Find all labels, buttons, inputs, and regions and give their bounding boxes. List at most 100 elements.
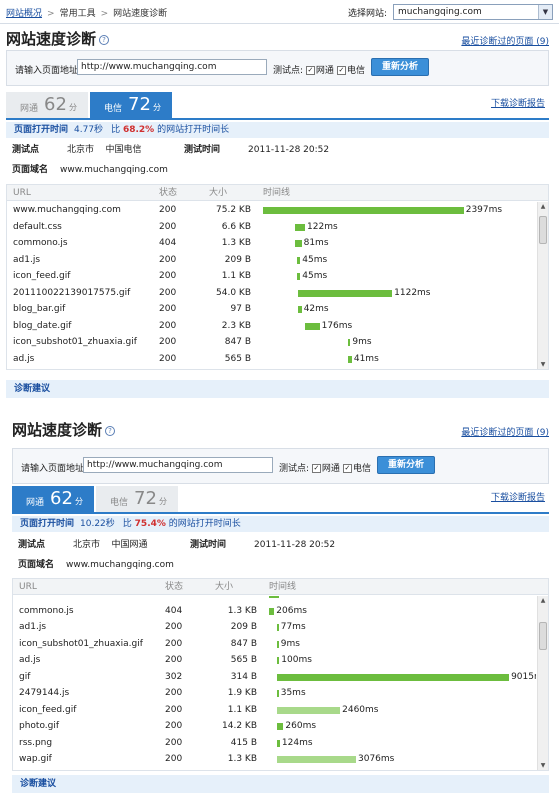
table-scrollbar[interactable]: ▲ ▼ (537, 596, 548, 770)
scroll-down-icon[interactable]: ▼ (538, 360, 548, 369)
column-header[interactable]: 大小 (209, 185, 227, 201)
timeline-duration: 42ms (303, 304, 329, 314)
compare-prefix: 比 (111, 125, 121, 135)
table-row[interactable]: 2479144.js 200 1.9 KB 35ms (13, 685, 536, 702)
row-status: 200 (165, 638, 183, 649)
resource-table: URL状态大小时间线default.css2006.6 KB376mscommo… (12, 578, 549, 771)
tab-telecom[interactable]: 电信 72 分 (90, 92, 172, 118)
tab-score: 62 (50, 488, 73, 509)
timeline-bar (276, 723, 284, 730)
reanalyze-button[interactable]: 重新分析 (377, 456, 435, 474)
help-icon[interactable]: ? (105, 425, 116, 436)
site-select[interactable]: muchangqing.com ▼ (393, 4, 553, 20)
scroll-down-icon[interactable]: ▼ (538, 761, 548, 770)
column-header[interactable]: URL (19, 579, 37, 595)
table-row[interactable]: 201110022139017575.gif 200 54.0 KB 1122ms (7, 285, 536, 302)
table-row[interactable]: blog_date.gif 200 2.3 KB 176ms (7, 318, 536, 335)
site-selector-label: 选择网站: (347, 8, 387, 19)
table-row[interactable]: icon_subshot01_zhuaxia.gif 200 847 B 9ms (7, 334, 536, 351)
timeline-bar (276, 673, 510, 681)
column-header[interactable]: 时间线 (263, 185, 290, 201)
download-report-link[interactable]: 下载诊断报告 (491, 490, 545, 503)
page-domain-value: www.muchangqing.com (66, 560, 174, 570)
table-scrollbar[interactable]: ▲ ▼ (537, 202, 548, 369)
row-size: 565 B (230, 655, 257, 665)
tab-score-unit: 分 (153, 103, 161, 112)
download-report-link[interactable]: 下载诊断报告 (491, 96, 545, 109)
url-input-value: http://www.muchangqing.com (87, 460, 223, 470)
row-size: 75.2 KB (216, 205, 251, 215)
table-row[interactable]: default.css 200 6.6 KB 122ms (7, 219, 536, 236)
row-url: wap.gif (19, 754, 52, 764)
load-time-summary: 页面打开时间 10.22秒比 75.4% 的网站打开时间长 (12, 516, 549, 532)
timeline-bar (276, 624, 279, 631)
row-status: 200 (159, 353, 177, 364)
reanalyze-button[interactable]: 重新分析 (371, 58, 429, 76)
timeline-duration: 9ms (352, 337, 372, 347)
column-header[interactable]: URL (13, 185, 31, 201)
help-icon[interactable]: ? (99, 34, 110, 45)
url-input-bar: 请输入页面地址: http://www.muchangqing.com 测试点: ✓… (12, 448, 549, 484)
chevron-down-icon[interactable]: ▼ (538, 5, 552, 19)
table-row[interactable]: commono.js 404 1.3 KB 206ms (13, 603, 536, 620)
url-input[interactable]: http://www.muchangqing.com (77, 59, 267, 75)
table-row[interactable]: commono.js 404 1.3 KB 81ms (7, 235, 536, 252)
row-size: 209 B (224, 254, 251, 265)
test-point-info-label: 测试点 (18, 540, 46, 550)
recent-pages-link[interactable]: 最近诊断过的页面 (9) (461, 425, 549, 438)
breadcrumb-common-tools[interactable]: 常用工具 (60, 9, 96, 19)
scroll-up-icon[interactable]: ▲ (538, 202, 548, 212)
table-row[interactable]: wap.gif 200 1.3 KB 3076ms (13, 751, 536, 768)
row-url: blog_date.gif (13, 320, 72, 331)
url-input-bar: 请输入页面地址: http://www.muchangqing.com 测试点: ✓… (6, 50, 549, 86)
netcom-checkbox[interactable]: ✓ (311, 464, 321, 473)
row-status: 404 (159, 238, 177, 248)
diagnosis-advice-header[interactable]: 诊断建议 (12, 775, 549, 793)
telecom-checkbox-label: 电信 (346, 66, 365, 76)
row-status: 200 (159, 320, 177, 331)
table-row[interactable]: ad.js 200 565 B 41ms (7, 351, 536, 368)
table-row[interactable]: www.muchangqing.com 200 75.2 KB 2397ms (7, 202, 536, 219)
diagnosis-advice-header[interactable]: 诊断建议 (6, 380, 549, 398)
timeline-bar (276, 706, 341, 714)
breadcrumb-site-overview[interactable]: 网站概况 (6, 9, 42, 19)
table-row[interactable]: icon_feed.gif 200 1.1 KB 45ms (7, 268, 536, 285)
table-row[interactable]: ad.js 200 565 B 100ms (13, 652, 536, 669)
column-header[interactable]: 状态 (159, 185, 177, 201)
row-status: 302 (165, 671, 183, 682)
table-row[interactable]: blog_bar.gif 200 97 B 42ms (7, 301, 536, 318)
table-row[interactable]: icon_subshot01_zhuaxia.gif 200 847 B 9ms (13, 636, 536, 653)
table-row[interactable]: gif 302 314 B 9015ms (13, 669, 536, 686)
table-row[interactable]: photo.gif 200 14.2 KB 260ms (13, 718, 536, 735)
scroll-up-icon[interactable]: ▲ (538, 596, 548, 606)
telecom-checkbox[interactable]: ✓ (342, 464, 352, 473)
scrollbar-thumb[interactable] (539, 622, 547, 650)
resource-table: URL 状态 大小 时间线 www.muchangqing.com 200 75.2 KB 2… (6, 184, 549, 370)
netcom-checkbox[interactable]: ✓ (305, 66, 315, 75)
tab-telecom[interactable]: 电信 72 分 (96, 486, 178, 512)
column-header[interactable]: 大小 (215, 579, 233, 595)
compare-percent: 75.4% (134, 519, 166, 529)
column-header[interactable]: 状态 (165, 579, 183, 595)
table-row[interactable]: icon_feed.gif 200 1.1 KB 2460ms (13, 702, 536, 719)
column-header[interactable]: 时间线 (269, 579, 296, 595)
row-url: rss.png (19, 737, 53, 748)
table-row[interactable]: rss.png 200 415 B 124ms (13, 735, 536, 752)
tab-score-unit: 分 (159, 497, 167, 506)
tab-netcom[interactable]: 网通 62 分 (6, 92, 88, 118)
compare-suffix: 的网站打开时间长 (157, 125, 230, 135)
timeline-duration: 35ms (280, 688, 306, 698)
page-domain-label: 页面域名 (18, 560, 55, 570)
row-status: 200 (165, 721, 183, 731)
table-row[interactable]: ad1.js 200 209 B 77ms (13, 619, 536, 636)
row-url: ad1.js (13, 254, 41, 265)
recent-pages-link[interactable]: 最近诊断过的页面 (9) (461, 34, 549, 47)
tab-netcom[interactable]: 网通 62 分 (12, 486, 94, 512)
test-point-info-value: 北京市 中国网通 (73, 540, 148, 550)
telecom-checkbox[interactable]: ✓ (336, 66, 346, 75)
resource-table-body: www.muchangqing.com 200 75.2 KB 2397ms defau… (7, 202, 536, 369)
url-input[interactable]: http://www.muchangqing.com (83, 457, 273, 473)
table-row[interactable]: ad1.js 200 209 B 45ms (7, 252, 536, 269)
resource-table-header: URL 状态 大小 时间线 (7, 185, 548, 201)
scrollbar-thumb[interactable] (539, 216, 547, 244)
